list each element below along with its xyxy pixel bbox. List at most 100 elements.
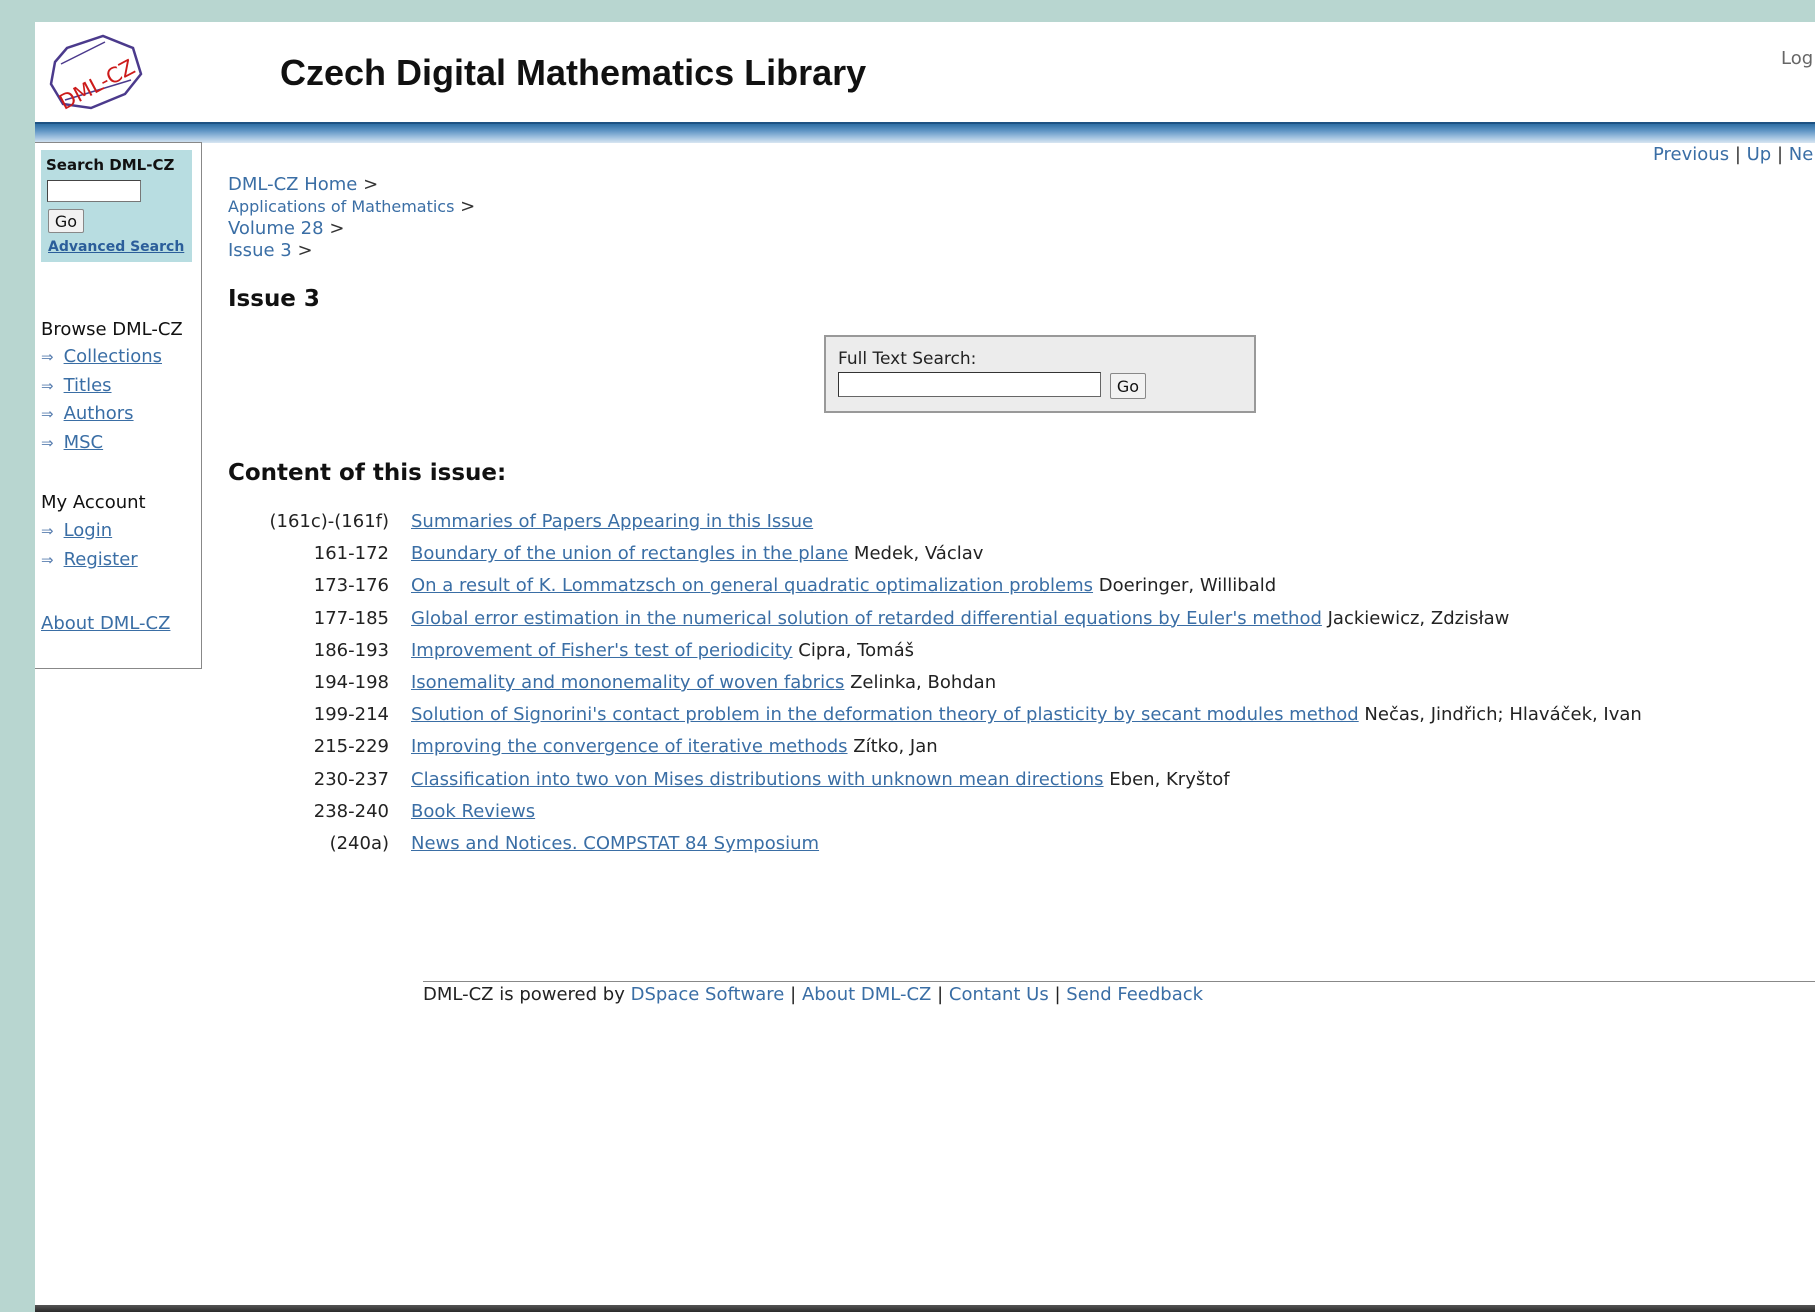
page-range: 186-193 (313, 639, 389, 661)
content-entry: Book Reviews (411, 801, 535, 822)
advanced-search-link[interactable]: Advanced Search (48, 239, 184, 255)
previous-link[interactable]: Previous (1653, 144, 1729, 165)
page-range: 238-240 (313, 800, 389, 822)
footer-separator: | (1054, 984, 1061, 1005)
article-title-link[interactable]: News and Notices. COMPSTAT 84 Symposium (411, 833, 819, 854)
breadcrumb-item-issue: Issue 3 > (228, 240, 475, 262)
arrow-right-icon: ⇒ (41, 405, 54, 423)
contact-link[interactable]: Contant Us (949, 984, 1049, 1005)
breadcrumb-link[interactable]: DML-CZ Home (228, 174, 357, 195)
next-link[interactable]: Ne (1789, 144, 1814, 165)
sidebar-search-input[interactable] (47, 180, 141, 202)
article-authors: Jackiewicz, Zdzisław (1327, 607, 1510, 629)
content-entry: Solution of Signorini's contact problem … (411, 704, 1642, 725)
site-title: Czech Digital Mathematics Library (280, 52, 867, 93)
article-title-link[interactable]: Boundary of the union of rectangles in t… (411, 543, 848, 564)
article-title-link[interactable]: On a result of K. Lommatzsch on general … (411, 575, 1093, 596)
sidebar-search-title: Search DML-CZ (46, 156, 175, 174)
page-title: Issue 3 (228, 286, 320, 312)
window-bottom-edge (35, 1305, 1815, 1312)
login-link[interactable]: Log (1781, 48, 1815, 69)
page-range: 215-229 (313, 736, 389, 758)
page-range: 230-237 (313, 768, 389, 790)
article-title-link[interactable]: Isonemality and mononemality of woven fa… (411, 672, 844, 693)
sidebar-item-label[interactable]: Register (64, 549, 138, 570)
sidebar-go-button[interactable]: Go (48, 209, 84, 233)
content-entry: Summaries of Papers Appearing in this Is… (411, 511, 813, 532)
nav-separator: | (1776, 144, 1789, 165)
arrow-right-icon: ⇒ (41, 551, 54, 569)
content-row: 215-229 Improving the convergence of iter… (228, 736, 1788, 768)
content-row: 238-240 Book Reviews (228, 801, 1788, 833)
arrow-right-icon: ⇒ (41, 434, 54, 452)
nav-separator: | (1734, 144, 1747, 165)
sidebar-item-label[interactable]: Login (64, 520, 113, 541)
content-entry: Improvement of Fisher's test of periodic… (411, 640, 914, 661)
sidebar-item-msc[interactable]: ⇒ MSC (41, 432, 103, 453)
sidebar-item-login[interactable]: ⇒ Login (41, 520, 112, 541)
sidebar-search-box: Search DML-CZ Go Advanced Search (41, 150, 192, 262)
page-range: 177-185 (313, 607, 389, 629)
breadcrumb-item-volume: Volume 28 > (228, 218, 475, 240)
dml-cz-logo[interactable]: DML-CZ (45, 34, 145, 116)
content-row: 161-172 Boundary of the union of rectangl… (228, 543, 1788, 575)
full-text-search-go-button[interactable]: Go (1110, 373, 1146, 399)
breadcrumb-separator: > (297, 240, 313, 261)
breadcrumb-link[interactable]: Issue 3 (228, 240, 292, 261)
sidebar-item-authors[interactable]: ⇒ Authors (41, 403, 134, 424)
breadcrumb-link[interactable]: Applications of Mathematics (228, 197, 454, 216)
content-row: 230-237 Classification into two von Mises… (228, 769, 1788, 801)
pagination-nav: Previous | Up | Ne (1653, 144, 1815, 165)
page-range: (240a) (329, 832, 389, 854)
article-title-link[interactable]: Solution of Signorini's contact problem … (411, 704, 1359, 725)
header: DML-CZ Czech Digital Mathematics Library… (35, 22, 1815, 122)
article-title-link[interactable]: Book Reviews (411, 801, 535, 822)
content-entry: News and Notices. COMPSTAT 84 Symposium (411, 833, 819, 854)
content-entry: Classification into two von Mises distri… (411, 769, 1230, 790)
sidebar-item-label[interactable]: MSC (64, 432, 104, 453)
full-text-search-label: Full Text Search: (838, 349, 977, 369)
up-link[interactable]: Up (1747, 144, 1772, 165)
sidebar-item-collections[interactable]: ⇒ Collections (41, 346, 162, 367)
breadcrumb-link[interactable]: Volume 28 (228, 218, 324, 239)
article-title-link[interactable]: Global error estimation in the numerical… (411, 608, 1322, 629)
page-range: 161-172 (313, 543, 389, 565)
sidebar-about-link[interactable]: About DML-CZ (41, 613, 170, 634)
footer-separator: | (790, 984, 797, 1005)
header-bar (35, 122, 1815, 143)
content-entry: On a result of K. Lommatzsch on general … (411, 575, 1276, 596)
page-range: 173-176 (313, 575, 389, 597)
sidebar-item-label[interactable]: Titles (64, 375, 112, 396)
article-authors: Zítko, Jan (853, 736, 938, 758)
arrow-right-icon: ⇒ (41, 522, 54, 540)
article-authors: Cipra, Tomáš (798, 639, 915, 661)
article-title-link[interactable]: Classification into two von Mises distri… (411, 769, 1104, 790)
sidebar-item-label[interactable]: Authors (64, 403, 134, 424)
dspace-link[interactable]: DSpace Software (631, 984, 785, 1005)
full-text-search-input[interactable] (838, 372, 1101, 397)
content-entry: Improving the convergence of iterative m… (411, 736, 938, 757)
full-text-search-box: Full Text Search: Go (824, 335, 1256, 413)
article-title-link[interactable]: Summaries of Papers Appearing in this Is… (411, 511, 813, 532)
footer-about-link[interactable]: About DML-CZ (802, 984, 931, 1005)
footer-separator: | (937, 984, 944, 1005)
article-title-link[interactable]: Improving the convergence of iterative m… (411, 736, 848, 757)
page-range: (161c)-(161f) (269, 511, 389, 532)
sidebar-item-label[interactable]: Collections (64, 346, 162, 367)
content-row: 186-193 Improvement of Fisher's test of p… (228, 640, 1788, 672)
article-authors: Eben, Kryštof (1109, 768, 1230, 790)
contents-heading: Content of this issue: (228, 460, 507, 486)
content-entry: Global error estimation in the numerical… (411, 608, 1509, 629)
feedback-link[interactable]: Send Feedback (1066, 984, 1203, 1005)
sidebar-item-titles[interactable]: ⇒ Titles (41, 375, 112, 396)
page-range: 194-198 (313, 671, 389, 693)
arrow-right-icon: ⇒ (41, 348, 54, 366)
article-title-link[interactable]: Improvement of Fisher's test of periodic… (411, 640, 793, 661)
article-authors: Zelinka, Bohdan (850, 671, 997, 693)
article-authors: Nečas, Jindřich; Hlaváček, Ivan (1364, 704, 1642, 726)
content-entry: Boundary of the union of rectangles in t… (411, 543, 983, 564)
arrow-right-icon: ⇒ (41, 377, 54, 395)
content-row: 173-176 On a result of K. Lommatzsch on g… (228, 575, 1788, 607)
article-authors: Doeringer, Willibald (1098, 575, 1277, 597)
sidebar-item-register[interactable]: ⇒ Register (41, 549, 138, 570)
